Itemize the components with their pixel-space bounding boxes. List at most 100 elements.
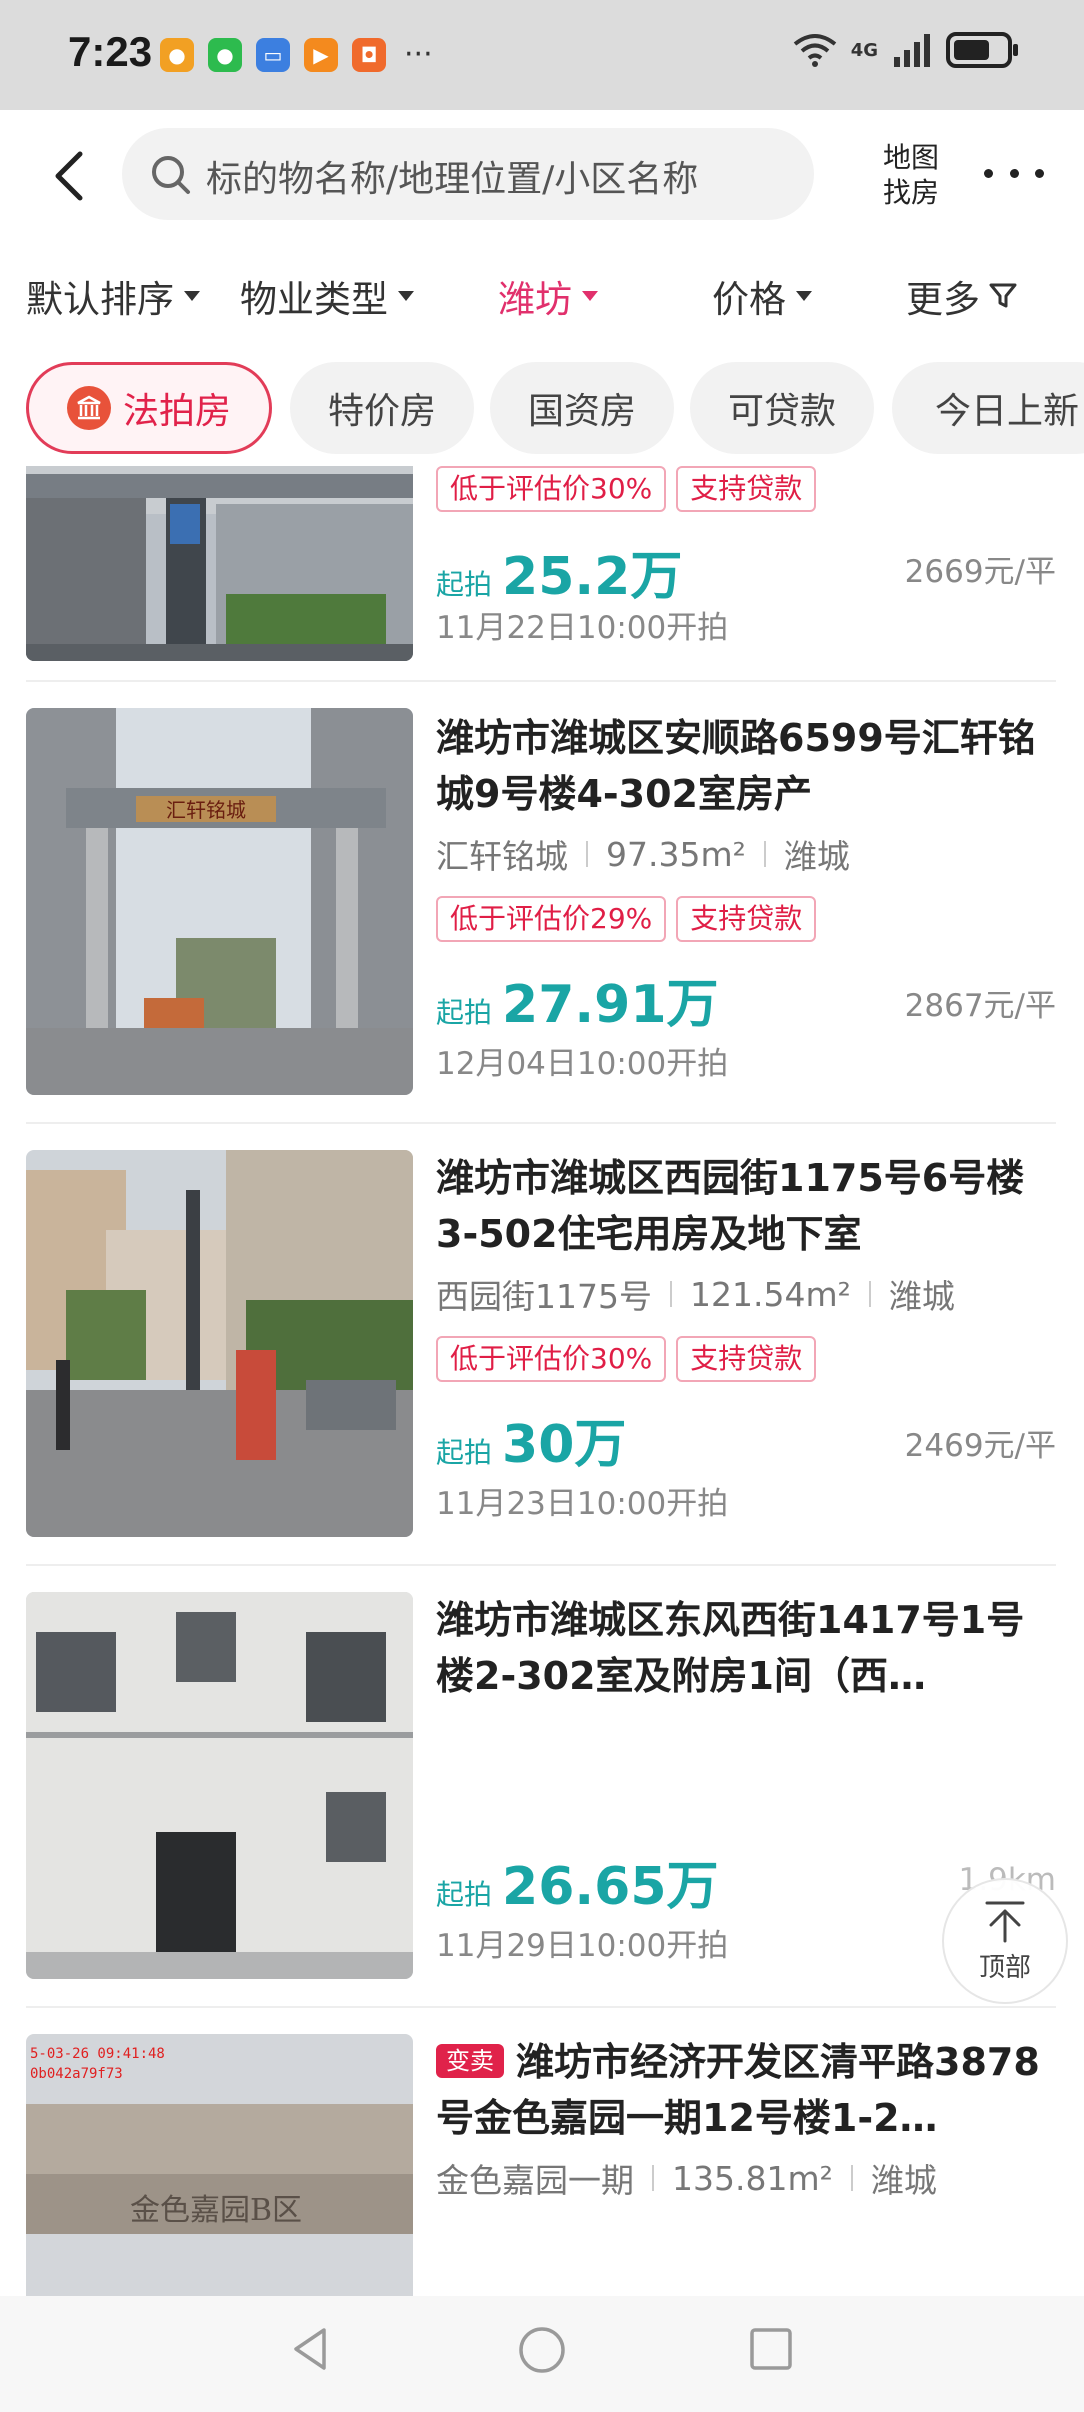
chip-label: 特价房 — [327, 391, 436, 432]
listing-title-text: 潍坊市经济开发区清平路3878号金色嘉园一期12号楼1-2… — [436, 2040, 1040, 2140]
listing-card[interactable]: 汇轩铭城 潍坊市潍城区安顺路6599号汇轩铭城9号楼4-302室房产 汇轩铭城 … — [0, 708, 1084, 1108]
listing-title: 潍坊市潍城区东风西街1417号1号楼2-302室及附房1间（西… — [436, 1598, 1025, 1698]
filter-price[interactable]: 价格 — [712, 269, 812, 323]
district: 潍城 — [888, 1277, 955, 1316]
auction-date: 11月22日10:00开拍 — [436, 610, 729, 646]
auction-date: 11月23日10:00开拍 — [436, 1486, 729, 1522]
separator — [652, 2165, 654, 2191]
listing-tags: 低于评估价30% 支持贷款 — [436, 466, 817, 512]
community-name: 西园街1175号 — [436, 1277, 652, 1316]
back-to-top-button[interactable]: 顶部 — [942, 1878, 1068, 2004]
chip-discount[interactable]: 特价房 — [290, 362, 474, 454]
listing-card[interactable]: 低于评估价30% 支持贷款 起拍 25.2万 2669元/平 11月22日10:… — [0, 466, 1084, 670]
map-label-line1: 地图 — [882, 141, 939, 174]
search-input[interactable]: 标的物名称/地理位置/小区名称 — [122, 128, 814, 220]
system-nav-bar — [0, 2296, 1084, 2412]
change-sale-badge: 变卖 — [436, 2044, 504, 2078]
nav-home-button[interactable] — [516, 2324, 568, 2380]
more-notifications-icon: ··· — [404, 37, 433, 72]
listing-card[interactable]: 潍坊市潍城区西园街1175号6号楼3-502住宅用房及地下室 西园街1175号 … — [0, 1150, 1084, 1550]
more-options-button[interactable] — [984, 158, 1044, 188]
listing-list: 低于评估价30% 支持贷款 起拍 25.2万 2669元/平 11月22日10:… — [0, 466, 1084, 2296]
status-bar: 7:23 ● ● ▭ ▶ ◘ ··· 4G — [0, 0, 1084, 110]
divider — [26, 680, 1056, 682]
tag-below-valuation: 低于评估价29% — [436, 896, 667, 942]
divider — [26, 1564, 1056, 1566]
price-row: 起拍 25.2万 — [436, 534, 682, 609]
filter-sort[interactable]: 默认排序 — [26, 269, 200, 323]
map-search-button[interactable]: 地图 找房 — [858, 140, 964, 210]
tag-loan-support: 支持贷款 — [676, 466, 817, 512]
separator — [850, 2165, 853, 2191]
listing-card[interactable]: 潍坊市潍城区东风西街1417号1号楼2-302室及附房1间（西… 起拍 26.6… — [0, 1592, 1084, 1992]
wifi-icon — [793, 34, 836, 67]
price-label: 起拍 — [436, 568, 493, 601]
auction-date: 11月29日10:00开拍 — [436, 1928, 729, 1964]
filter-property-type[interactable]: 物业类型 — [240, 269, 414, 323]
auction-date: 12月04日10:00开拍 — [436, 1046, 729, 1082]
chip-label: 法拍房 — [122, 391, 231, 432]
community-name: 金色嘉园一期 — [436, 2161, 634, 2200]
divider — [26, 1122, 1056, 1124]
filter-funnel-icon — [989, 283, 1017, 308]
chip-label: 国资房 — [527, 391, 636, 432]
court-badge-icon — [66, 386, 111, 430]
header: 标的物名称/地理位置/小区名称 地图 找房 — [0, 110, 1084, 238]
filter-label: 潍坊 — [498, 278, 572, 321]
chip-label: 可贷款 — [727, 391, 836, 432]
chip-state-owned[interactable]: 国资房 — [490, 362, 674, 454]
nav-recents-button[interactable] — [746, 2324, 796, 2378]
dot-icon — [1035, 168, 1044, 178]
floor-area: 97.35m² — [606, 834, 746, 874]
price-label: 起拍 — [436, 1436, 493, 1469]
separator — [669, 1281, 672, 1307]
map-label-line2: 找房 — [882, 176, 939, 209]
chip-new-today[interactable]: 今日上新 — [892, 362, 1084, 454]
calendar-icon: ▭ — [256, 38, 290, 72]
status-time: 7:23 — [68, 28, 153, 75]
filter-label: 更多 — [906, 278, 980, 321]
listing-title: 变卖 潍坊市经济开发区清平路3878号金色嘉园一期12号楼1-2… — [436, 2034, 1060, 2146]
listing-meta: 西园街1175号 121.54m² 潍城 — [436, 1270, 955, 1318]
chip-label: 今日上新 — [934, 391, 1079, 432]
nav-recents-icon — [750, 2328, 792, 2370]
caret-down-icon — [582, 291, 598, 301]
status-right: 4G — [793, 32, 1018, 68]
chip-court-auction[interactable]: 法拍房 — [26, 362, 272, 454]
filter-city[interactable]: 潍坊 — [498, 269, 598, 323]
tag-loan-support: 支持贷款 — [676, 1336, 817, 1382]
price-row: 起拍 26.65万 — [436, 1844, 719, 1919]
network-label: 4G — [850, 39, 878, 61]
filter-more[interactable]: 更多 — [906, 269, 1018, 323]
back-button[interactable] — [48, 150, 92, 202]
starting-price: 27.91万 — [502, 975, 719, 1035]
photo-stamp-id: 0b042a79f73 — [30, 2066, 123, 2082]
listing-card[interactable]: 金色嘉园B区 5-03-26 09:41:48 0b042a79f73 变卖 潍坊… — [0, 2034, 1084, 2296]
nav-back-button[interactable] — [286, 2324, 336, 2378]
unit-price: 2669元/平 — [904, 554, 1056, 590]
gate-sign: 汇轩铭城 — [166, 798, 246, 822]
wechat-icon: ● — [208, 38, 242, 72]
video-app-icon: ▶ — [304, 38, 338, 72]
tag-loan-support: 支持贷款 — [676, 896, 817, 942]
back-to-top-label: 顶部 — [978, 1952, 1031, 1983]
price-label: 起拍 — [436, 996, 493, 1029]
back-arrow-icon — [55, 151, 83, 201]
search-icon — [152, 156, 190, 194]
caret-down-icon — [796, 291, 812, 301]
price-label: 起拍 — [436, 1878, 493, 1911]
nav-back-icon — [294, 2328, 326, 2370]
signal-icon — [894, 34, 930, 67]
search-placeholder: 标的物名称/地理位置/小区名称 — [206, 159, 699, 200]
filter-label: 价格 — [712, 278, 786, 321]
chip-loanable[interactable]: 可贷款 — [690, 362, 874, 454]
tag-below-valuation: 低于评估价30% — [436, 466, 667, 512]
dot-icon — [1009, 168, 1019, 178]
listing-tags: 低于评估价30% 支持贷款 — [436, 1336, 817, 1382]
listing-meta: 汇轩铭城 97.35m² 潍城 — [436, 830, 850, 878]
tag-below-valuation: 低于评估价30% — [436, 1336, 667, 1382]
nav-home-icon — [519, 2327, 565, 2373]
listing-photo — [26, 1150, 413, 1537]
caret-down-icon — [184, 291, 200, 301]
floor-area: 135.81m² — [672, 2158, 833, 2198]
